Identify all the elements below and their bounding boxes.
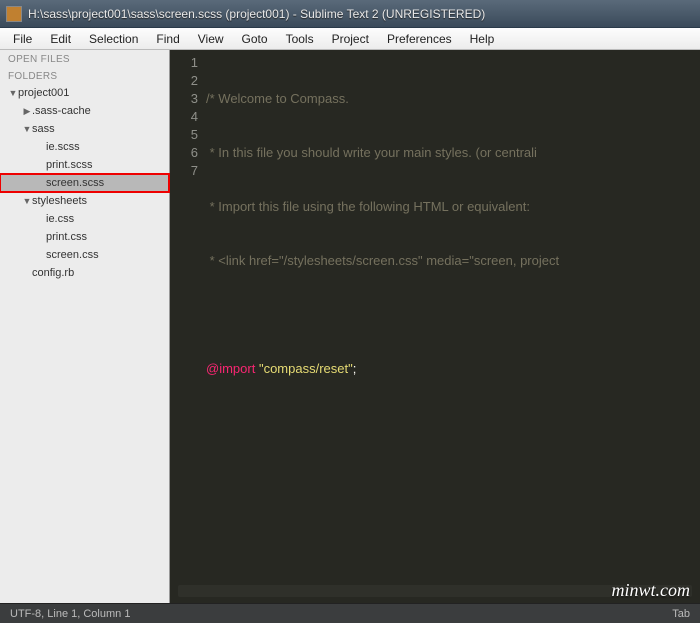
chevron-down-icon: ▼	[22, 196, 32, 206]
menu-preferences[interactable]: Preferences	[378, 30, 461, 48]
watermark: minwt.com	[612, 580, 691, 601]
folder-sass-cache[interactable]: ▶ .sass-cache	[0, 102, 169, 120]
code-line: * Import this file using the following H…	[206, 199, 530, 214]
status-left[interactable]: UTF-8, Line 1, Column 1	[10, 608, 130, 620]
menu-goto[interactable]: Goto	[233, 30, 277, 48]
file-label: config.rb	[32, 267, 74, 279]
main-split: OPEN FILES FOLDERS ▼ project001 ▶ .sass-…	[0, 50, 700, 603]
line-number: 1	[170, 54, 198, 72]
folder-sass[interactable]: ▼ sass	[0, 120, 169, 138]
editor[interactable]: 1 2 3 4 5 6 7 /* Welcome to Compass. * I…	[170, 50, 700, 603]
gutter: 1 2 3 4 5 6 7	[170, 54, 206, 585]
file-label: screen.css	[46, 249, 99, 261]
line-number: 3	[170, 90, 198, 108]
menu-file[interactable]: File	[4, 30, 41, 48]
line-number: 4	[170, 108, 198, 126]
file-label: ie.css	[46, 213, 74, 225]
file-label: print.css	[46, 231, 87, 243]
chevron-right-icon: ▶	[22, 106, 32, 117]
code-area[interactable]: 1 2 3 4 5 6 7 /* Welcome to Compass. * I…	[170, 50, 700, 585]
folder-label: stylesheets	[32, 195, 87, 207]
folder-label: project001	[18, 87, 69, 99]
sidebar: OPEN FILES FOLDERS ▼ project001 ▶ .sass-…	[0, 50, 170, 603]
open-files-header: OPEN FILES	[0, 50, 169, 67]
code-lines[interactable]: /* Welcome to Compass. * In this file yo…	[206, 54, 700, 585]
code-string: "compass/reset"	[259, 361, 353, 376]
line-number: 7	[170, 162, 198, 180]
code-line: /* Welcome to Compass.	[206, 91, 349, 106]
menu-selection[interactable]: Selection	[80, 30, 147, 48]
file-label: print.scss	[46, 159, 92, 171]
folder-stylesheets[interactable]: ▼ stylesheets	[0, 192, 169, 210]
code-line: * In this file you should write your mai…	[206, 145, 537, 160]
menu-edit[interactable]: Edit	[41, 30, 80, 48]
menu-tools[interactable]: Tools	[277, 30, 323, 48]
file-screen-scss[interactable]: screen.scss	[0, 174, 169, 192]
file-print-scss[interactable]: print.scss	[0, 156, 169, 174]
chevron-down-icon: ▼	[22, 124, 32, 134]
folders-header: FOLDERS	[0, 67, 169, 84]
line-number: 5	[170, 126, 198, 144]
menu-view[interactable]: View	[189, 30, 233, 48]
menu-help[interactable]: Help	[461, 30, 504, 48]
titlebar: H:\sass\project001\sass\screen.scss (pro…	[0, 0, 700, 28]
line-number: 6	[170, 144, 198, 162]
file-ie-css[interactable]: ie.css	[0, 210, 169, 228]
menu-find[interactable]: Find	[147, 30, 188, 48]
folder-label: .sass-cache	[32, 105, 91, 117]
status-right[interactable]: Tab	[672, 608, 690, 620]
file-screen-css[interactable]: screen.css	[0, 246, 169, 264]
folder-label: sass	[32, 123, 55, 135]
chevron-down-icon: ▼	[8, 88, 18, 98]
code-line: * <link href="/stylesheets/screen.css" m…	[206, 253, 559, 268]
code-keyword: @import	[206, 361, 255, 376]
file-label: screen.scss	[46, 177, 104, 189]
file-label: ie.scss	[46, 141, 80, 153]
menu-project[interactable]: Project	[323, 30, 378, 48]
file-print-css[interactable]: print.css	[0, 228, 169, 246]
menubar: File Edit Selection Find View Goto Tools…	[0, 28, 700, 50]
folder-project001[interactable]: ▼ project001	[0, 84, 169, 102]
window-title: H:\sass\project001\sass\screen.scss (pro…	[28, 7, 694, 21]
code-text: ;	[353, 361, 357, 376]
statusbar: UTF-8, Line 1, Column 1 Tab	[0, 603, 700, 623]
file-ie-scss[interactable]: ie.scss	[0, 138, 169, 156]
line-number: 2	[170, 72, 198, 90]
file-config-rb[interactable]: config.rb	[0, 264, 169, 282]
app-icon	[6, 6, 22, 22]
